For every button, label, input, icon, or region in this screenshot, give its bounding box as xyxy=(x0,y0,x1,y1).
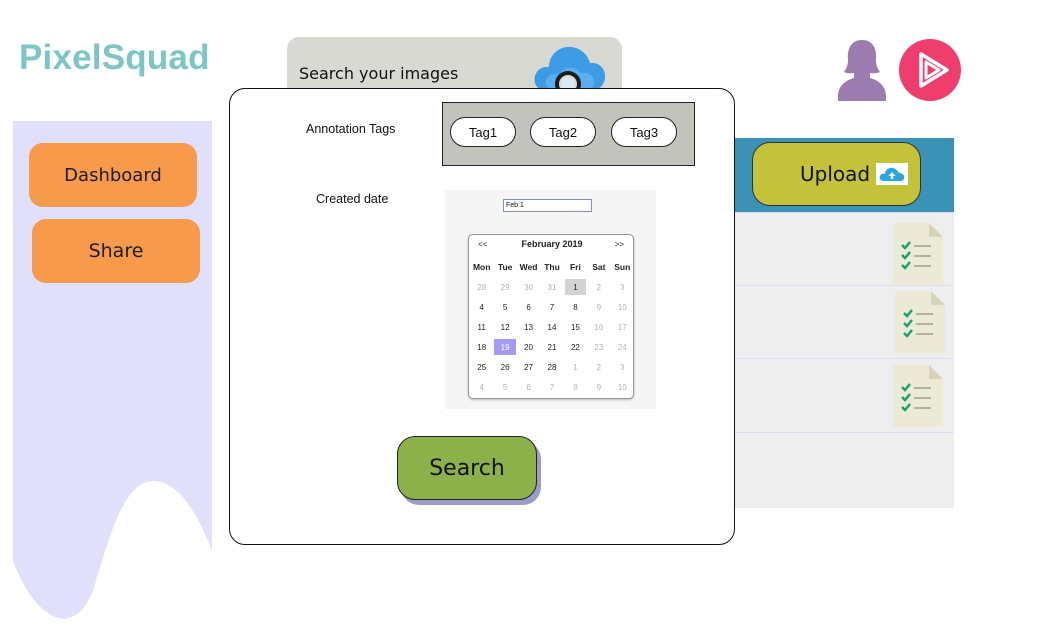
user-icon[interactable] xyxy=(836,38,888,102)
calendar-day[interactable]: 5 xyxy=(493,377,516,397)
weekday-header: Sun xyxy=(614,262,631,272)
calendar-popup: << February 2019 >> Mon Tue Wed Thu Fri Sat Su… xyxy=(468,234,634,399)
calendar-day[interactable]: 22 xyxy=(564,337,587,357)
calendar-day[interactable]: 2 xyxy=(587,277,610,297)
calendar-day[interactable]: 7 xyxy=(540,297,563,317)
calendar-grid: Mon Tue Wed Thu Fri Sat Sun 28 29 30 31 1 2 3 4 5 6 7 8 9 10… xyxy=(470,257,634,397)
calendar-day[interactable]: 28 xyxy=(540,357,563,377)
row-divider xyxy=(734,358,954,359)
calendar-day[interactable]: 14 xyxy=(540,317,563,337)
row-divider xyxy=(734,285,954,286)
sidebar-item-share[interactable]: Share xyxy=(32,219,200,283)
search-placeholder[interactable]: Search your images xyxy=(299,64,458,83)
calendar-day[interactable]: 6 xyxy=(517,377,540,397)
search-button[interactable]: Search xyxy=(397,436,537,500)
calendar-day[interactable]: 20 xyxy=(517,337,540,357)
calendar-day[interactable]: 18 xyxy=(470,337,493,357)
calendar-day[interactable]: 8 xyxy=(564,297,587,317)
row-divider xyxy=(734,212,954,213)
calendar-day[interactable]: 26 xyxy=(493,357,516,377)
calendar-day[interactable]: 28 xyxy=(470,277,493,297)
calendar-day[interactable]: 2 xyxy=(587,357,610,377)
calendar-day[interactable]: 29 xyxy=(493,277,516,297)
calendar-day[interactable]: 19 xyxy=(494,339,516,355)
calendar-day[interactable]: 4 xyxy=(470,377,493,397)
calendar-day[interactable]: 1 xyxy=(564,357,587,377)
calendar-day[interactable]: 16 xyxy=(587,317,610,337)
calendar-day[interactable]: 13 xyxy=(517,317,540,337)
sidebar-item-dashboard[interactable]: Dashboard xyxy=(29,143,197,207)
checklist-document-icon[interactable] xyxy=(893,223,943,285)
calendar-day[interactable]: 24 xyxy=(611,337,634,357)
calendar-day[interactable]: 25 xyxy=(470,357,493,377)
calendar-day[interactable]: 9 xyxy=(587,377,610,397)
calendar-day[interactable]: 8 xyxy=(564,377,587,397)
row-divider xyxy=(734,432,954,433)
calendar-day[interactable]: 27 xyxy=(517,357,540,377)
calendar-day[interactable]: 23 xyxy=(587,337,610,357)
calendar-day[interactable]: 6 xyxy=(517,297,540,317)
weekday-header: Mon xyxy=(472,262,491,272)
calendar-day[interactable]: 10 xyxy=(611,297,634,317)
calendar-day[interactable]: 12 xyxy=(493,317,516,337)
created-date-label: Created date xyxy=(316,192,389,206)
calendar-day[interactable]: 31 xyxy=(540,277,563,297)
calendar-day[interactable]: 17 xyxy=(611,317,634,337)
tag-chip[interactable]: Tag2 xyxy=(530,117,596,147)
checklist-document-icon[interactable] xyxy=(895,291,945,353)
calendar-day[interactable]: 3 xyxy=(611,357,634,377)
calendar-month-title: February 2019 xyxy=(521,239,583,249)
calendar-day[interactable]: 9 xyxy=(587,297,610,317)
calendar-day[interactable]: 5 xyxy=(493,297,516,317)
app-root: PixelSquad Search your images Dashboard … xyxy=(0,0,1046,641)
calendar-day[interactable]: 10 xyxy=(611,377,634,397)
pluralsight-icon[interactable] xyxy=(899,39,961,101)
calendar-day[interactable]: 1 xyxy=(564,279,587,295)
calendar-day[interactable]: 21 xyxy=(540,337,563,357)
date-input[interactable]: Feb 1 xyxy=(503,199,592,212)
upload-label: Upload xyxy=(800,162,871,186)
weekday-header: Thu xyxy=(544,262,560,272)
app-logo: PixelSquad xyxy=(19,38,210,77)
tag-chip[interactable]: Tag1 xyxy=(450,117,516,147)
upload-button[interactable]: Upload xyxy=(752,142,921,206)
cloud-upload-icon xyxy=(876,163,909,185)
checklist-document-icon[interactable] xyxy=(893,365,943,427)
annotation-tags-label: Annotation Tags xyxy=(306,122,396,136)
calendar-day[interactable]: 7 xyxy=(540,377,563,397)
weekday-header: Wed xyxy=(519,262,538,272)
weekday-header: Sat xyxy=(592,262,606,272)
weekday-header: Tue xyxy=(497,262,513,272)
calendar-day[interactable]: 11 xyxy=(470,317,493,337)
calendar-day[interactable]: 3 xyxy=(611,277,634,297)
tag-chip[interactable]: Tag3 xyxy=(611,117,677,147)
calendar-day[interactable]: 4 xyxy=(470,297,493,317)
calendar-next-button[interactable]: >> xyxy=(615,240,624,249)
calendar-day[interactable]: 30 xyxy=(517,277,540,297)
calendar-day[interactable]: 15 xyxy=(564,317,587,337)
weekday-header: Fri xyxy=(569,262,581,272)
